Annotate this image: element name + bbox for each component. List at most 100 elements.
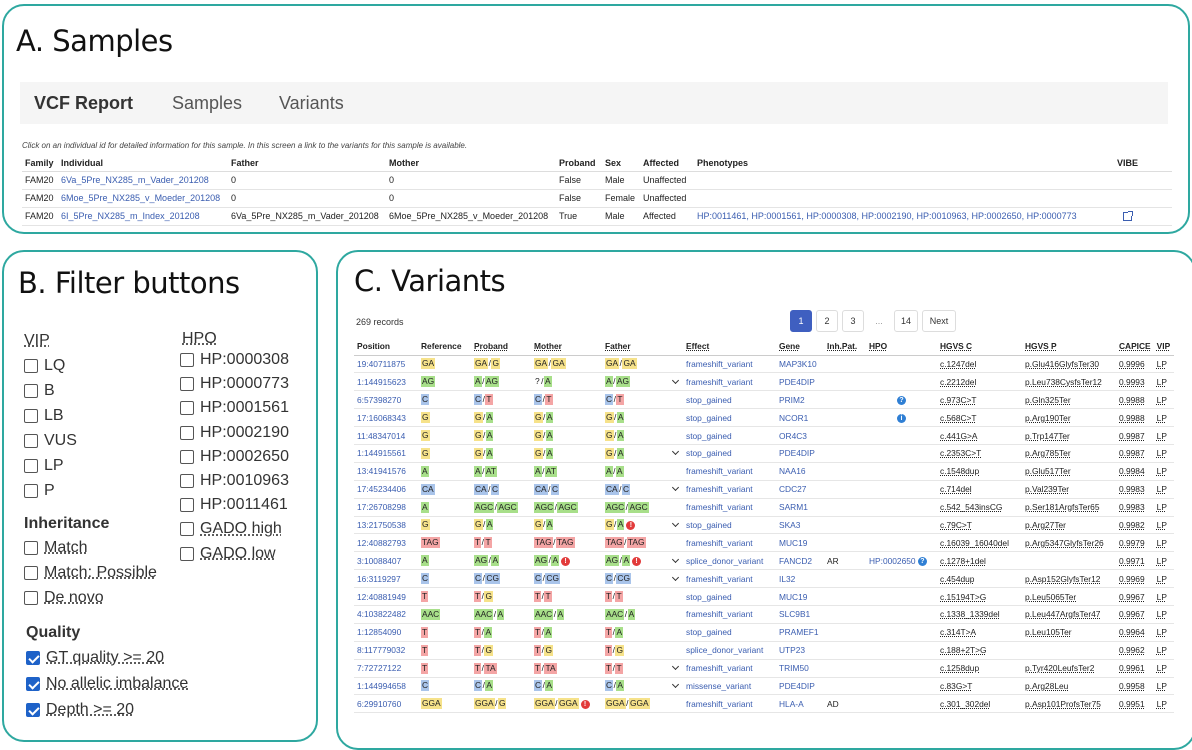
sample-phenotypes[interactable]: HP:0011461, HP:0001561, HP:0000308, HP:0…	[694, 207, 1114, 226]
variant-gene-link[interactable]: OR4C3	[776, 426, 824, 445]
variant-position-link[interactable]: 19:40711875	[354, 355, 418, 374]
variant-row[interactable]: 13:21750538GGG/AG/AG/AG/AG/AG/A!stop_gai…	[354, 516, 1174, 535]
variant-row[interactable]: 11:48347014GGG/AG/AG/AG/AG/AG/Astop_gain…	[354, 426, 1174, 445]
variant-row[interactable]: 12:40881949TTT/GT/GT/TT/TT/TT/Tstop_gain…	[354, 587, 1174, 606]
variant-position-link[interactable]: 1:144915623	[354, 372, 418, 392]
variant-effect[interactable]: frameshift_variant	[683, 480, 776, 499]
hpo-filter-checkbox[interactable]	[180, 546, 194, 561]
vip-filter-checkbox[interactable]	[24, 484, 38, 498]
col-hgvs-p[interactable]: HGVS P	[1022, 338, 1116, 356]
info-icon[interactable]: i	[897, 413, 906, 423]
next-page-button[interactable]: Next	[922, 310, 956, 332]
variant-position-link[interactable]: 7:72727122	[354, 659, 418, 678]
variant-effect[interactable]: splice_donor_variant	[683, 641, 776, 660]
variant-gene-link[interactable]: PDE4DIP	[776, 372, 824, 392]
chevron-down-icon[interactable]	[671, 376, 680, 384]
variant-row[interactable]: 1:144915623AGAGA/AGA/AG?/A?/AA/AGA/AGfra…	[354, 372, 1174, 392]
variant-row[interactable]: 3:10088407AAAG/AAG/AAG/AAG/A!AG/AAG/A!sp…	[354, 551, 1174, 571]
variant-row[interactable]: 1:12854090TT T/AT/A T/AT/A T/AT/A stop_gaine…	[354, 623, 1174, 642]
quality-filter-option[interactable]: GT quality >= 20	[26, 648, 164, 668]
sample-individual-link[interactable]: 6Va_5Pre_NX285_m_Vader_201208	[58, 171, 228, 190]
variant-effect[interactable]: frameshift_variant	[683, 462, 776, 481]
variant-gene-link[interactable]: PRAMEF1	[776, 623, 824, 642]
info-icon[interactable]: ?	[917, 556, 927, 566]
col-father[interactable]: Father	[602, 338, 656, 356]
inheritance-filter-option[interactable]: Match: Possible	[24, 563, 157, 583]
chevron-down-icon[interactable]	[671, 484, 680, 492]
col-proband[interactable]: Proband	[471, 338, 531, 356]
quality-filter-option[interactable]: Depth >= 20	[26, 700, 134, 720]
nav-link-variants[interactable]: Variants	[279, 93, 344, 114]
variant-gene-link[interactable]: NCOR1	[776, 408, 824, 428]
hpo-filter-option[interactable]: HP:0011461	[180, 495, 288, 515]
inheritance-filter-checkbox[interactable]	[24, 566, 38, 580]
variant-position-link[interactable]: 12:40882793	[354, 533, 418, 553]
vip-filter-checkbox[interactable]	[24, 409, 38, 423]
variant-gene-link[interactable]: UTP23	[776, 641, 824, 660]
nav-link-samples[interactable]: Samples	[172, 93, 242, 114]
vip-filter-option[interactable]: VUS	[24, 431, 77, 451]
chevron-down-icon[interactable]	[671, 680, 680, 689]
variant-row[interactable]: 1:144994658CCC/AC/AC/AC/AC/AC/Amissense_…	[354, 677, 1174, 696]
variant-gene-link[interactable]: SKA3	[776, 516, 824, 535]
vip-filter-option[interactable]: B	[24, 381, 55, 401]
variant-gene-link[interactable]: CDC27	[776, 480, 824, 499]
variant-gene-link[interactable]: TRIM50	[776, 659, 824, 678]
variant-position-link[interactable]: 1:144915561	[354, 444, 418, 463]
variant-effect[interactable]: stop_gained	[683, 516, 776, 535]
hpo-filter-checkbox[interactable]	[180, 401, 194, 416]
variant-position-link[interactable]: 17:45234406	[354, 480, 418, 499]
hpo-filter-checkbox[interactable]	[180, 474, 194, 488]
sample-phenotypes[interactable]	[694, 189, 1114, 208]
inheritance-filter-option[interactable]: De novo	[24, 588, 104, 608]
quality-filter-checkbox[interactable]	[26, 651, 40, 665]
variant-position-link[interactable]: 13:41941576	[354, 462, 418, 481]
quality-filter-option[interactable]: No allelic imbalance	[26, 674, 188, 694]
variant-position-link[interactable]: 17:16068343	[354, 408, 418, 428]
col-hgvs-c[interactable]: HGVS C	[937, 338, 1022, 356]
hpo-filter-option[interactable]: GADO high	[180, 519, 282, 539]
variant-row[interactable]: 1:144915561GGG/AG/AG/AG/AG/AG/Astop_gain…	[354, 444, 1174, 463]
hpo-filter-option[interactable]: HP:0001561	[180, 398, 289, 418]
sample-phenotypes[interactable]	[694, 171, 1114, 190]
variant-effect[interactable]: frameshift_variant	[683, 694, 776, 714]
variant-effect[interactable]: stop_gained	[683, 408, 776, 428]
variant-position-link[interactable]: 8:117779032	[354, 641, 418, 660]
hpo-term-link[interactable]: HP:0002650	[869, 556, 916, 566]
variant-effect[interactable]: splice_donor_variant	[683, 551, 776, 571]
sample-individual-link[interactable]: 6Moe_5Pre_NX285_v_Moeder_201208	[58, 189, 228, 208]
vip-filter-checkbox[interactable]	[24, 384, 38, 398]
page-3-button[interactable]: 3	[842, 310, 864, 332]
info-icon[interactable]: ?	[897, 395, 906, 405]
hpo-filter-option[interactable]: HP:0002190	[180, 423, 289, 443]
variant-position-link[interactable]: 13:21750538	[354, 516, 418, 535]
hpo-filter-option[interactable]: HP:0002650	[180, 447, 289, 467]
col-inh-pat[interactable]: Inh.Pat.	[824, 338, 866, 356]
variant-effect[interactable]: stop_gained	[683, 623, 776, 642]
variant-position-link[interactable]: 11:48347014	[354, 426, 418, 445]
variant-effect[interactable]: stop_gained	[683, 426, 776, 445]
variant-row[interactable]: 17:26708298AA AGC/AGCAGC/AGC AGC/AGCAGC/AG…	[354, 498, 1174, 517]
col-hpo[interactable]: HPO	[866, 338, 937, 356]
vip-filter-checkbox[interactable]	[24, 359, 38, 373]
variant-row[interactable]: 17:16068343GGG/AG/AG/AG/AG/AG/Astop_gain…	[354, 408, 1174, 428]
col-vip[interactable]: VIP	[1153, 338, 1174, 356]
variant-position-link[interactable]: 4:103822482	[354, 605, 418, 624]
variant-effect[interactable]: stop_gained	[683, 587, 776, 606]
variant-gene-link[interactable]: PDE4DIP	[776, 444, 824, 463]
variant-effect[interactable]: frameshift_variant	[683, 498, 776, 517]
variant-position-link[interactable]: 1:144994658	[354, 677, 418, 696]
variant-row[interactable]: 6:57398270CCC/TC/TC/TC/TC/TC/Tstop_gaine…	[354, 390, 1174, 410]
hpo-filter-checkbox[interactable]	[180, 522, 194, 537]
variant-gene-link[interactable]: PRIM2	[776, 390, 824, 410]
variant-row[interactable]: 6:29910760GGAGGAGGA/GGGA/GGGA/GGAGGA/GGA…	[354, 694, 1174, 714]
inheritance-filter-checkbox[interactable]	[24, 591, 38, 605]
variant-gene-link[interactable]: MUC19	[776, 587, 824, 606]
vip-filter-option[interactable]: LB	[24, 406, 64, 426]
hpo-filter-checkbox[interactable]	[180, 498, 194, 513]
vip-filter-option[interactable]: LP	[24, 456, 64, 476]
variant-effect[interactable]: frameshift_variant	[683, 659, 776, 678]
hpo-filter-checkbox[interactable]	[180, 449, 194, 464]
hpo-filter-checkbox[interactable]	[180, 353, 194, 367]
chevron-down-icon[interactable]	[671, 448, 680, 456]
